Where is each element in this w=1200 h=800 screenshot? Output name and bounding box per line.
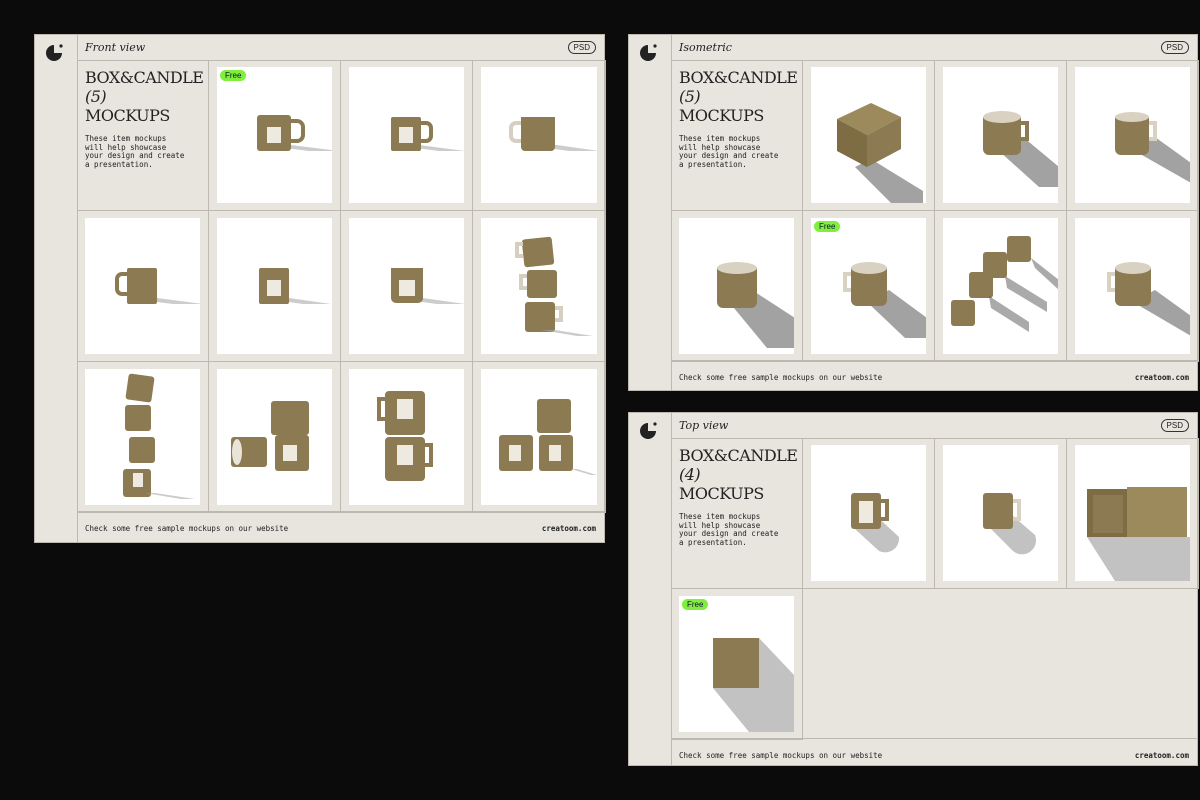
thumbnail-cell[interactable]: Free <box>209 60 341 211</box>
mug-stack-icon <box>123 373 195 499</box>
intro-cell: BOX&CANDLE (5) MOCKUPS These item mockups… <box>671 60 803 211</box>
thumbnail-cell[interactable] <box>209 362 341 513</box>
thumbnail-cell[interactable] <box>341 211 473 362</box>
psd-badge: PSD <box>1160 41 1189 54</box>
front-view-panel: Front view PSD BOX&CANDLE (5) MOCKUPS The… <box>34 34 606 543</box>
free-badge: Free <box>814 221 841 232</box>
panel-header: Front view PSD <box>77 35 604 61</box>
box-icon <box>713 638 794 732</box>
mug-icon <box>509 117 597 151</box>
thumbnail-cell[interactable] <box>77 211 209 362</box>
thumbnail-cell[interactable] <box>209 211 341 362</box>
panel-footer: Check some free sample mockups on our we… <box>671 360 1197 390</box>
thumbnail-cell[interactable] <box>341 362 473 513</box>
box-icon <box>837 103 923 203</box>
thumbnail-cell[interactable]: Free <box>803 211 935 362</box>
mug-icon <box>717 262 794 348</box>
thumbnail-cell[interactable] <box>935 211 1067 362</box>
thumbnail-cell[interactable] <box>671 211 803 362</box>
logo-icon <box>640 44 657 61</box>
intro-heading: BOX&CANDLE (4) MOCKUPS <box>679 446 798 503</box>
psd-badge: PSD <box>567 41 596 54</box>
thumbnail-cell[interactable] <box>473 211 606 362</box>
isometric-panel: Isometric PSD BOX&CANDLE (5) MOCKUPS Thes… <box>628 34 1199 391</box>
free-badge: Free <box>682 599 709 610</box>
intro-heading: BOX&CANDLE (5) MOCKUPS <box>679 68 798 125</box>
thumbnail-cell[interactable] <box>1067 60 1199 211</box>
intro-text: These item mockups will help showcase yo… <box>85 134 185 169</box>
empty-cell <box>803 589 935 740</box>
panel-sidebar <box>35 35 78 542</box>
top-view-panel: Top view PSD BOX&CANDLE (4) MOCKUPS These… <box>628 412 1199 766</box>
box-icon <box>1087 487 1190 581</box>
mug-icon <box>1115 112 1190 183</box>
view-title: Top view <box>679 419 729 432</box>
logo-icon <box>46 44 63 61</box>
mug-icon <box>983 111 1058 187</box>
panel-header: Isometric PSD <box>671 35 1197 61</box>
panel-footer: Check some free sample mockups on our we… <box>77 511 604 542</box>
view-title: Front view <box>85 41 146 54</box>
mug-icon <box>1107 262 1190 336</box>
mug-icon <box>115 268 200 304</box>
mug-group-icon <box>231 401 309 471</box>
thumbnail-cell[interactable] <box>473 60 606 211</box>
footer-text: Check some free sample mockups on our we… <box>679 751 883 760</box>
mug-icon <box>843 262 926 338</box>
logo-icon <box>640 422 657 439</box>
intro-cell: BOX&CANDLE (5) MOCKUPS These item mockups… <box>77 60 209 211</box>
thumbnail-cell[interactable] <box>935 60 1067 211</box>
thumbnail-cell[interactable] <box>77 362 209 513</box>
mug-group-icon <box>499 399 597 475</box>
free-badge: Free <box>220 70 247 81</box>
website-link[interactable]: creatoom.com <box>1135 373 1189 382</box>
thumbnail-cell[interactable] <box>1067 211 1199 362</box>
psd-badge: PSD <box>1160 419 1189 432</box>
thumbnail-cell[interactable]: Free <box>671 589 803 740</box>
mug-icon <box>983 493 1037 555</box>
panel-sidebar <box>629 35 672 390</box>
mug-group-icon <box>951 236 1058 332</box>
thumbnail-cell[interactable] <box>1067 438 1199 589</box>
intro-cell: BOX&CANDLE (4) MOCKUPS These item mockups… <box>671 438 803 589</box>
website-link[interactable]: creatoom.com <box>1135 751 1189 760</box>
footer-text: Check some free sample mockups on our we… <box>85 524 289 533</box>
mug-icon <box>851 493 900 553</box>
mug-icon <box>257 115 332 151</box>
thumbnail-cell[interactable] <box>935 438 1067 589</box>
intro-text: These item mockups will help showcase yo… <box>679 512 779 547</box>
thumbnail-cell[interactable] <box>341 60 473 211</box>
empty-cell <box>935 589 1067 740</box>
mug-stack-icon <box>377 391 433 481</box>
panel-header: Top view PSD <box>671 413 1197 439</box>
empty-cell <box>1067 589 1199 740</box>
website-link[interactable]: creatoom.com <box>542 524 596 533</box>
thumbnail-cell[interactable] <box>803 60 935 211</box>
panel-sidebar <box>629 413 672 765</box>
thumbnail-cell[interactable] <box>803 438 935 589</box>
mug-icon <box>259 268 331 304</box>
intro-text: These item mockups will help showcase yo… <box>679 134 779 169</box>
panel-footer: Check some free sample mockups on our we… <box>671 738 1197 765</box>
thumbnail-cell[interactable] <box>473 362 606 513</box>
mug-icon <box>391 117 464 151</box>
view-title: Isometric <box>679 41 732 54</box>
footer-text: Check some free sample mockups on our we… <box>679 373 883 382</box>
intro-heading: BOX&CANDLE (5) MOCKUPS <box>85 68 204 125</box>
mug-icon <box>391 268 464 304</box>
mug-stack-icon <box>515 236 593 336</box>
